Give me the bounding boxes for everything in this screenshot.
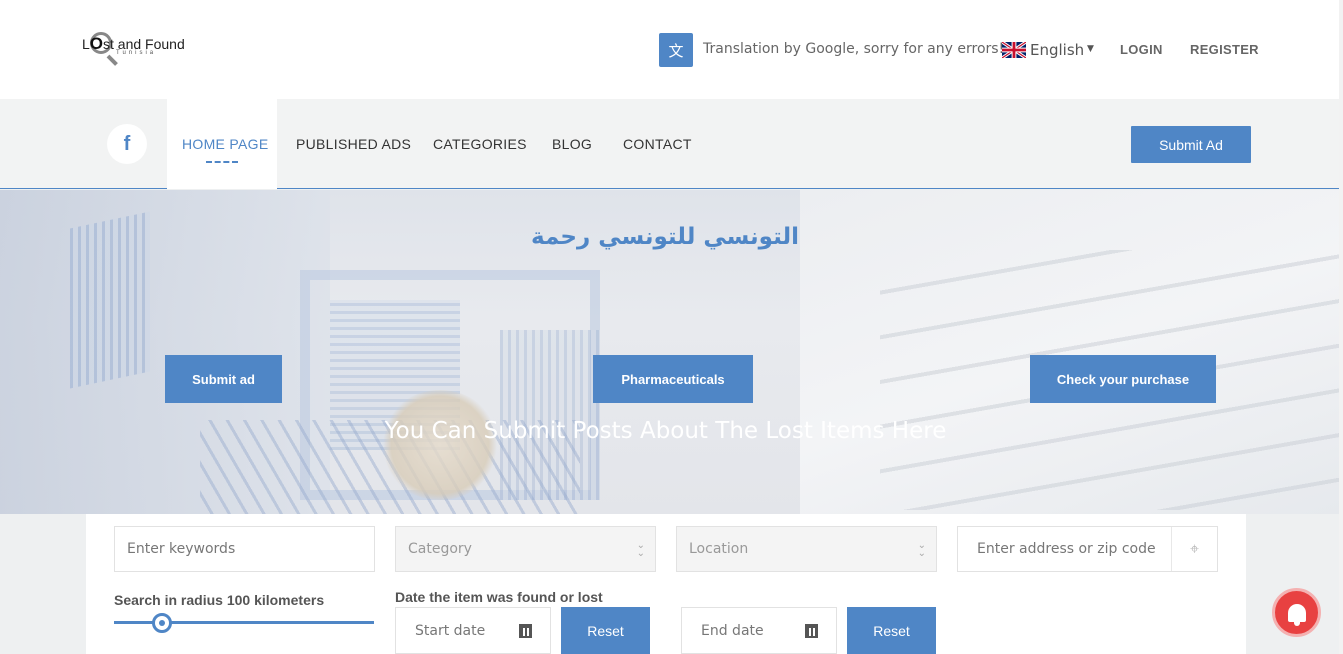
notification-bell-icon[interactable] (1272, 588, 1321, 637)
register-link[interactable]: REGISTER (1190, 42, 1259, 57)
main-nav: f HOME PAGE PUBLISHED ADS CATEGORIES BLO… (0, 99, 1343, 189)
magnifier-handle (106, 54, 118, 66)
site-logo[interactable]: LOst and Found Tunisia (82, 30, 212, 70)
reset-start-date-button[interactable]: Reset (561, 607, 650, 654)
calendar-icon (519, 624, 532, 638)
address-placeholder: Enter address or zip code (977, 541, 1156, 557)
translate-icon[interactable]: 文 (659, 33, 693, 67)
locate-icon[interactable]: ⌖ (1171, 527, 1217, 571)
location-select[interactable]: Location ⌄ ⌄ (676, 526, 937, 572)
start-date-input[interactable]: Start date (395, 607, 551, 654)
nav-categories[interactable]: CATEGORIES (433, 136, 527, 152)
category-select[interactable]: Category ⌄ ⌄ (395, 526, 656, 572)
chevron-down-icon: ⌄ ⌄ (636, 540, 645, 559)
language-select[interactable]: English (1030, 41, 1084, 59)
radius-label: Search in radius 100 kilometers (114, 592, 325, 608)
hero-submit-ad-button[interactable]: Submit ad (165, 355, 282, 403)
location-placeholder: Location (689, 541, 749, 557)
nav-contact[interactable]: CONTACT (623, 136, 692, 152)
hero-arabic-title: التونسي للتونسي رحمة (531, 224, 799, 250)
hero-banner: التونسي للتونسي رحمة Submit ad Pharmaceu… (0, 190, 1339, 514)
reset-end-date-button[interactable]: Reset (847, 607, 936, 654)
category-placeholder: Category (408, 541, 472, 557)
hero-check-purchase-button[interactable]: Check your purchase (1030, 355, 1216, 403)
nav-home[interactable]: HOME PAGE (182, 136, 268, 152)
facebook-icon[interactable]: f (107, 124, 147, 164)
search-panel: Enter keywords Category ⌄ ⌄ Location ⌄ ⌄ E… (86, 514, 1246, 654)
login-link[interactable]: LOGIN (1120, 42, 1163, 57)
keywords-input[interactable]: Enter keywords (114, 526, 375, 572)
address-input[interactable]: Enter address or zip code ⌖ (957, 526, 1218, 572)
nav-blog[interactable]: BLOG (552, 136, 592, 152)
calendar-icon (805, 624, 818, 638)
end-date-input[interactable]: End date (681, 607, 837, 654)
bell-glyph (1287, 603, 1306, 626)
uk-flag-icon[interactable] (1002, 42, 1026, 58)
date-label: Date the item was found or lost (395, 589, 603, 605)
submit-ad-button[interactable]: Submit Ad (1131, 126, 1251, 163)
hero-pharmaceuticals-button[interactable]: Pharmaceuticals (593, 355, 753, 403)
caret-down-icon[interactable]: ▼ (1087, 44, 1094, 54)
chevron-down-icon: ⌄ ⌄ (917, 540, 926, 559)
active-indicator (206, 161, 238, 163)
hero-bg-cat (380, 390, 500, 500)
end-date-placeholder: End date (701, 622, 764, 639)
start-date-placeholder: Start date (415, 622, 486, 639)
logo-subtitle: Tunisia (116, 50, 157, 56)
top-header: LOst and Found Tunisia 文 Translation by … (0, 0, 1343, 99)
page-scrollbar[interactable] (1339, 0, 1343, 654)
radius-slider-handle[interactable] (152, 613, 172, 633)
translation-note: Translation by Google, sorry for any err… (703, 41, 1005, 57)
nav-published-ads[interactable]: PUBLISHED ADS (296, 136, 411, 152)
hero-tagline: You Can Submit Posts About The Lost Item… (384, 418, 947, 444)
